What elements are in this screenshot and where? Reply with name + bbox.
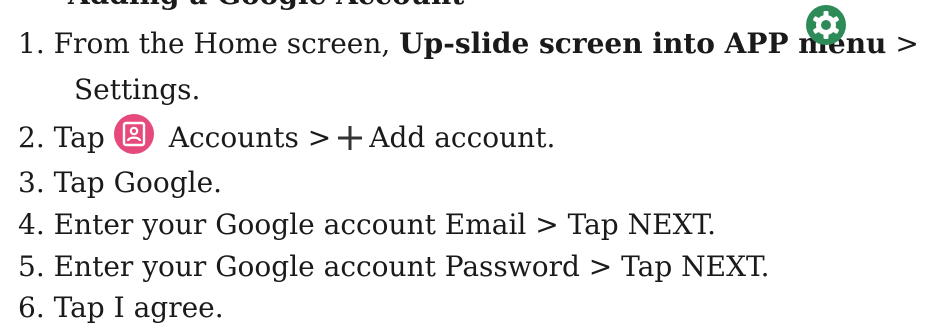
step-1-text: From the Home screen, <box>53 27 391 60</box>
step-5: 5. Enter your Google account Password > … <box>18 250 770 283</box>
instructions-document: Adding a Google Account 1. From the Home… <box>0 0 932 327</box>
step-1: 1. From the Home screen, Up-slide screen… <box>18 24 919 64</box>
step-1-continuation: Settings. <box>74 73 201 106</box>
step-2-tap: Tap <box>53 121 105 154</box>
step-3: 3. Tap Google. <box>18 166 223 199</box>
step-6: 6. Tap I agree. <box>18 291 224 324</box>
step-2-accounts: Accounts > <box>168 121 332 154</box>
step-1-number: 1. <box>18 27 45 60</box>
step-2: 2. Tap Accounts > Add account. <box>18 113 555 158</box>
step-2-add: Add account. <box>369 121 556 154</box>
gear-icon <box>806 5 846 45</box>
step-4: 4. Enter your Google account Email > Tap… <box>18 208 716 241</box>
plus-icon <box>338 126 363 150</box>
section-heading: Adding a Google Account <box>68 0 464 12</box>
step-2-number: 2. <box>18 121 45 154</box>
accounts-icon <box>113 114 154 154</box>
step-1-separator: > <box>895 27 919 60</box>
